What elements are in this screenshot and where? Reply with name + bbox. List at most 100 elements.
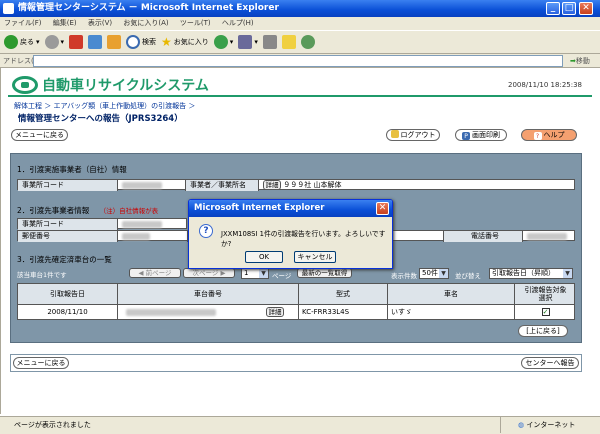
page-select[interactable]: 1	[241, 268, 269, 279]
printer-icon	[262, 35, 277, 49]
address-input[interactable]	[33, 55, 563, 67]
next-page-button[interactable]: 次ページ ▶	[183, 268, 235, 278]
phone-value	[523, 231, 576, 242]
current-datetime: 2008/11/10 18:25:38	[507, 81, 582, 89]
section2-office-code-label: 事業所コード	[18, 219, 118, 230]
maximize-button[interactable]: □	[562, 2, 576, 15]
section2-office-code-value	[118, 219, 188, 230]
phone-label: 電話番号	[443, 231, 523, 242]
menu-back-button[interactable]: メニューに戻る	[11, 129, 68, 141]
status-text: ページが表示されました	[14, 421, 91, 429]
row-date: 2008/11/10	[18, 305, 118, 319]
page-title: 情報管理センターへの報告（JPRS3264）	[18, 114, 183, 124]
refresh-list-button[interactable]: 最新の一覧取得	[297, 268, 352, 278]
print-screen-button[interactable]: P 画面印刷	[455, 129, 507, 141]
section1-row: 事業所コード 事業者／事業所名 詳細 ９９９社 山本解体	[17, 179, 576, 191]
search-icon	[126, 35, 141, 49]
dialog-message: JXXM108SI 1件の引渡報告を行います。よろしいですか?	[221, 230, 386, 248]
postal-value	[118, 231, 188, 242]
mail-icon	[238, 35, 253, 49]
table-row: 2008/11/10 詳細 KC-FRR33L4S いすゞ ✓	[17, 304, 575, 320]
question-icon: ?	[533, 132, 542, 140]
address-bar: アドレス(D) ➡移動	[0, 54, 600, 68]
menu-bar: ファイル(F) 編集(E) 表示(V) お気に入り(A) ツール(T) ヘルプ(…	[0, 17, 600, 30]
dialog-title: Microsoft Internet Explorer	[189, 200, 392, 217]
home-icon	[107, 35, 122, 49]
row-detail-button[interactable]: 詳細	[266, 307, 284, 317]
mail-button[interactable]: ▾	[238, 35, 258, 49]
messenger-icon	[300, 35, 315, 49]
favorites-button[interactable]: ★ お気に入り	[161, 35, 209, 49]
stop-button[interactable]	[69, 35, 84, 49]
menu-back-button-bottom[interactable]: メニューに戻る	[13, 357, 69, 369]
biz-name-label: 事業者／事業所名	[186, 180, 259, 191]
biz-name-value: ９９９社 山本解体	[283, 181, 342, 189]
row-model: KC-FRR33L4S	[299, 305, 388, 319]
go-button[interactable]: ➡移動	[570, 54, 590, 68]
star-icon: ★	[161, 35, 172, 49]
section1-title: 1．引渡実施事業者（自社）情報	[17, 165, 127, 174]
home-button[interactable]	[107, 35, 122, 49]
office-code-label: 事業所コード	[18, 180, 118, 191]
header-divider	[8, 95, 592, 97]
dialog-close-button[interactable]: ✕	[376, 202, 389, 215]
menu-help[interactable]: ヘルプ(H)	[222, 19, 254, 27]
back-to-top-button[interactable]: [上に戻る]	[518, 325, 568, 337]
biz-name-cell: 詳細 ９９９社 山本解体	[259, 180, 576, 191]
help-button[interactable]: ? ヘルプ	[521, 129, 577, 141]
recycle-logo-icon	[12, 76, 38, 94]
folder-button[interactable]	[281, 35, 296, 49]
dialog-cancel-button[interactable]: キャンセル	[294, 251, 336, 263]
prev-page-button[interactable]: ◀ 前ページ	[129, 268, 181, 278]
list-header: 引取報告日 車台番号 型式 車名 引渡報告対象選択	[17, 283, 575, 305]
close-window-button[interactable]: ✕	[579, 2, 593, 15]
menu-tools[interactable]: ツール(T)	[180, 19, 211, 27]
internet-zone: ◍ インターネット	[518, 421, 576, 429]
print-toolbar-button[interactable]	[262, 35, 277, 49]
logo-text: 自動車リサイクルシステム	[42, 78, 209, 94]
history-button[interactable]: ▾	[213, 35, 233, 49]
menu-view[interactable]: 表示(V)	[88, 19, 112, 27]
section3-title: 3．引渡先確定済車台の一覧	[17, 255, 112, 264]
row-chassis: 詳細	[118, 305, 299, 319]
menu-file[interactable]: ファイル(F)	[4, 19, 42, 27]
dialog-ok-button[interactable]: OK	[245, 251, 283, 263]
breadcrumb[interactable]: 解体工程 ＞ エアバッグ類（車上作動処理）の引渡報告 ＞	[14, 101, 195, 111]
window-title: 情報管理センターシステム － Microsoft Internet Explor…	[18, 3, 279, 13]
minimize-button[interactable]: _	[546, 2, 560, 15]
col-chassis: 車台番号	[118, 284, 299, 304]
selected-count-text: 該当車台1件です	[17, 271, 67, 279]
bottom-action-bar: メニューに戻る センターへ報告	[10, 354, 582, 372]
search-button[interactable]: 検索	[126, 35, 156, 49]
col-model: 型式	[299, 284, 388, 304]
menu-favorites[interactable]: お気に入り(A)	[123, 19, 168, 27]
report-to-center-button[interactable]: センターへ報告	[521, 357, 579, 369]
sort-select[interactable]: 引取報告日（昇順）	[489, 268, 573, 279]
section1-detail-button[interactable]: 詳細	[263, 180, 281, 190]
forward-arrow-icon	[44, 35, 59, 49]
col-select: 引渡報告対象選択	[524, 286, 567, 302]
back-button[interactable]: 戻る ▾	[4, 35, 40, 49]
col-name: 車名	[388, 284, 515, 304]
ie-app-icon	[3, 3, 14, 14]
row-select-checkbox[interactable]: ✓	[541, 308, 550, 316]
display-count-label: 表示件数	[391, 272, 417, 280]
display-count-select[interactable]: 50件	[419, 268, 449, 279]
status-bar: ページが表示されました ◍ インターネット	[0, 416, 600, 434]
forward-button[interactable]: ▾	[44, 35, 64, 49]
back-arrow-icon	[4, 35, 18, 49]
col-date: 引取報告日	[18, 284, 118, 304]
menu-edit[interactable]: 編集(E)	[53, 19, 77, 27]
section2-row1: 事業所コード	[17, 218, 188, 230]
postal-label: 郵便番号	[18, 231, 118, 242]
sort-label: 並び替え	[455, 272, 481, 280]
logout-button[interactable]: ログアウト	[386, 129, 440, 141]
page-unit: ページ	[272, 272, 292, 280]
refresh-button[interactable]	[88, 35, 103, 49]
row-name: いすゞ	[388, 305, 515, 319]
section2-title: 2．引渡先事業者情報 （注）自社情報が表	[17, 206, 159, 215]
messenger-button[interactable]	[300, 35, 315, 49]
site-logo: 自動車リサイクルシステム	[12, 75, 209, 95]
history-icon	[213, 35, 228, 49]
question-icon: ?	[199, 224, 213, 238]
